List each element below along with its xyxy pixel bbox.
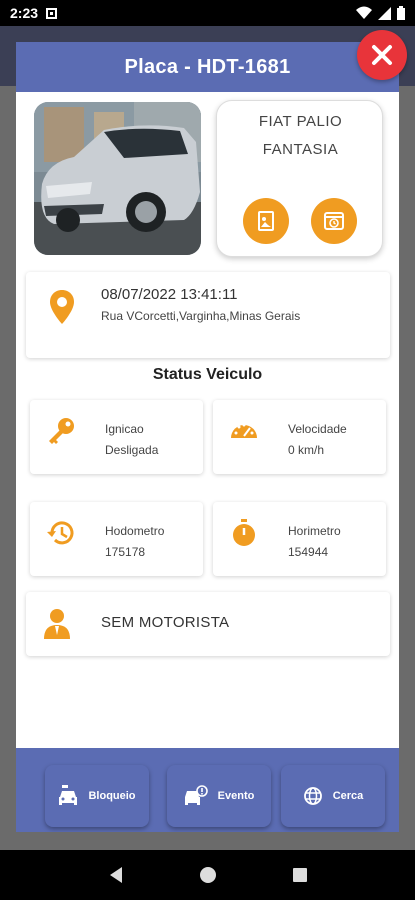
document-icon [258,211,274,231]
signal-icon [378,6,391,20]
hourmeter-label: Horimetro [288,524,341,538]
recents-icon[interactable] [292,867,308,883]
odometer-label: Hodometro [105,524,165,538]
vehicle-modal: Placa - HDT-1681 FIAT PALIO FANTASIA 08/… [16,42,399,832]
car-lock-icon [59,785,78,805]
back-icon[interactable] [108,866,124,884]
odometer-card: Hodometro 175178 [30,502,203,576]
close-icon [372,45,392,65]
status-time: 2:23 [10,5,39,21]
hourmeter-value: 154944 [288,545,329,559]
fence-label: Cerca [332,790,364,802]
vehicle-history-button[interactable] [311,198,357,244]
odometer-value: 175178 [105,545,146,559]
close-button[interactable] [357,30,407,80]
vehicle-model-name: FIAT PALIO [258,113,343,130]
wifi-icon [356,6,372,19]
event-button[interactable]: Evento [167,765,271,827]
vehicle-photo [34,102,201,255]
car-alert-icon [184,785,208,805]
ignition-value: Desligada [105,443,159,457]
globe-icon [303,787,322,805]
system-nav-bar [0,850,415,900]
battery-icon [397,6,405,20]
hourmeter-card: Horimetro 154944 [213,502,386,576]
block-label: Bloqueio [88,790,136,802]
history-icon [47,521,74,545]
ignition-label: Ignicao [105,422,144,436]
ignition-card: Ignicao Desligada [30,400,203,474]
bottom-action-bar: Bloqueio Evento Cerca [16,748,399,832]
driver-card[interactable]: SEM MOTORISTA [26,592,390,656]
driver-status: SEM MOTORISTA [101,614,230,631]
modal-title: Placa - HDT-1681 [124,55,291,78]
home-icon[interactable] [199,866,217,884]
status-bar: 2:23 [0,0,415,26]
speed-value: 0 km/h [288,443,325,457]
status-section-title: Status Veiculo [152,366,263,383]
location-card[interactable]: 08/07/2022 13:41:11 Rua VCorcetti,Vargin… [26,272,390,358]
location-datetime: 08/07/2022 13:41:11 [101,286,238,303]
block-button[interactable]: Bloqueio [45,765,149,827]
speed-card: Velocidade 0 km/h [213,400,386,474]
speed-label: Velocidade [288,422,347,436]
browser-clock-icon [324,212,344,230]
speedometer-icon [231,423,257,438]
vehicle-model-card: FIAT PALIO FANTASIA [216,100,383,257]
notification-icon [46,7,58,19]
driver-icon [44,609,70,639]
vehicle-document-button[interactable] [243,198,289,244]
location-address: Rua VCorcetti,Varginha,Minas Gerais [101,309,301,323]
location-pin-icon [50,290,74,324]
vehicle-model-version: FANTASIA [262,141,339,158]
modal-header: Placa - HDT-1681 [16,42,399,92]
stopwatch-icon [233,519,255,546]
fence-button[interactable]: Cerca [281,765,385,827]
event-label: Evento [217,790,255,802]
key-icon [49,418,74,444]
